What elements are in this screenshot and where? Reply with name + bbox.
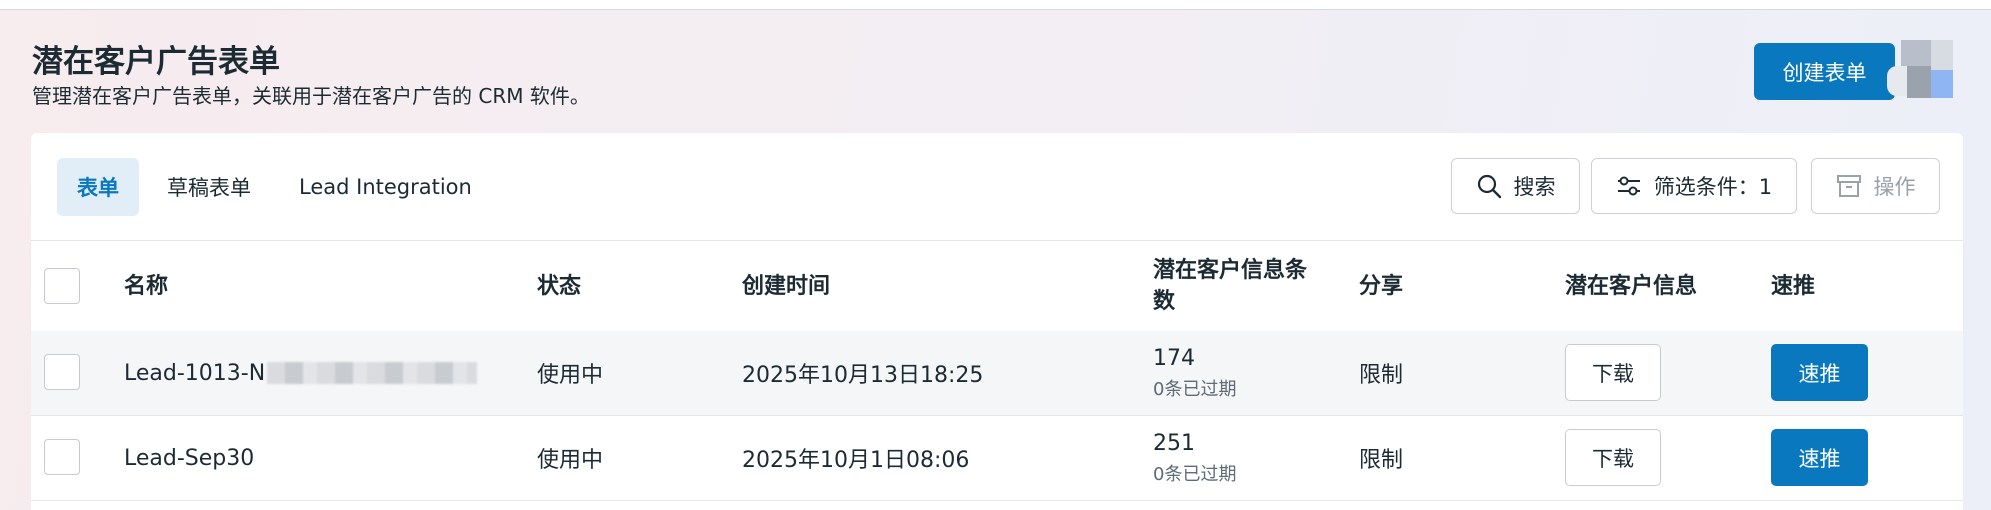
redacted-text [267,362,478,384]
expired-count: 0条已过期 [1153,463,1237,485]
filter-icon [1616,175,1642,197]
row-name[interactable]: Lead-Sep30 [124,416,254,500]
row-created: 2025年10月13日18:25 [742,363,984,388]
table-row[interactable]: Lead-1013-N 使用中 2025年10月13日18:25 174 0条已… [31,331,1963,416]
lead-count: 174 [1153,345,1195,371]
search-icon [1476,173,1502,199]
column-header-created[interactable]: 创建时间 [742,241,830,331]
table-row[interactable]: Lead-Sep30 使用中 2025年10月1日08:06 251 0条已过期… [31,416,1963,501]
row-checkbox[interactable] [44,354,80,390]
row-lead-count: 251 0条已过期 [1153,416,1236,500]
expired-count: 0条已过期 [1153,378,1237,400]
select-all-checkbox[interactable] [44,268,80,304]
boost-button[interactable]: 速推 [1771,429,1868,486]
column-header-share[interactable]: 分享 [1359,241,1403,331]
page-title: 潜在客户广告表单 [32,44,280,80]
column-header-lead-info: 潜在客户信息 [1565,273,1698,299]
search-button[interactable]: 搜索 [1451,158,1580,214]
top-bar [0,0,1991,10]
column-header-boost: 速推 [1771,273,1816,299]
row-created: 2025年10月1日08:06 [742,448,970,473]
search-label: 搜索 [1513,175,1556,199]
actions-label: 操作 [1873,175,1916,199]
row-name-text: Lead-1013-N [124,360,266,386]
row-checkbox[interactable] [44,439,80,475]
column-header-name[interactable]: 名称 [124,241,168,331]
tab-draft-forms[interactable]: 草稿表单 [147,158,271,216]
page-subtitle: 管理潜在客户广告表单，关联用于潜在客户广告的 CRM 软件。 [32,84,590,108]
row-name[interactable]: Lead-1013-N [124,331,478,415]
row-status: 使用中 [537,448,604,473]
boost-button[interactable]: 速推 [1771,344,1868,401]
actions-button[interactable]: 操作 [1811,158,1940,214]
row-status: 使用中 [537,363,604,388]
page-header: 潜在客户广告表单 管理潜在客户广告表单，关联用于潜在客户广告的 CRM 软件。 … [32,36,1962,108]
tab-forms[interactable]: 表单 [57,158,139,216]
row-share: 限制 [1359,448,1404,473]
download-button[interactable]: 下载 [1565,344,1661,401]
tab-bar: 表单 草稿表单 Lead Integration [57,158,492,216]
filter-label: 筛选条件：1 [1653,175,1773,199]
archive-icon [1836,174,1862,198]
table-header: 名称 状态 创建时间 潜在客户信息条数 分享 潜在客户信息 速推 [31,240,1963,332]
row-lead-count: 174 0条已过期 [1153,331,1236,415]
avatar[interactable] [1887,40,1959,102]
create-form-button[interactable]: 创建表单 [1754,43,1895,100]
download-button[interactable]: 下载 [1565,429,1661,486]
row-share: 限制 [1359,363,1404,388]
lead-count: 251 [1153,430,1195,456]
column-header-lead-count[interactable]: 潜在客户信息条数 [1153,241,1323,331]
column-header-status[interactable]: 状态 [537,241,581,331]
tab-lead-integration[interactable]: Lead Integration [279,158,492,216]
filter-button[interactable]: 筛选条件：1 [1591,158,1797,214]
forms-card: 表单 草稿表单 Lead Integration 搜索 筛选条件：1 操作 名称… [31,133,1963,510]
